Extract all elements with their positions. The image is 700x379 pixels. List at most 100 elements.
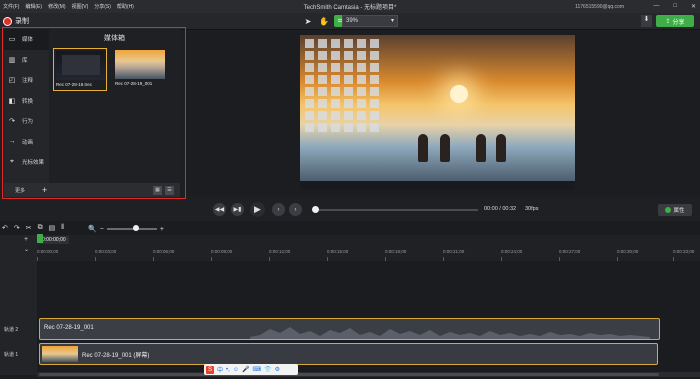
scrubber-knob[interactable]	[312, 206, 319, 213]
properties-label: 属性	[673, 208, 685, 214]
record-button[interactable]: 录制	[3, 16, 29, 26]
cut-icon[interactable]: ✂	[26, 224, 32, 232]
highlight-outline	[2, 27, 186, 199]
time-tick: 0:00:03;00	[95, 249, 117, 261]
figure	[476, 134, 486, 162]
tools-icon[interactable]: ⚙	[275, 366, 280, 373]
pan-hand-icon[interactable]: ✋	[318, 15, 330, 27]
menu-modify[interactable]: 修改(M)	[48, 3, 66, 10]
timeline-clip[interactable]: Rec 07-28-19_001 (屏幕)	[39, 343, 658, 365]
zoom-out-icon[interactable]: −	[100, 226, 104, 233]
figure	[418, 134, 428, 162]
canvas-tools: ➤ ✋ ⌗	[302, 15, 346, 27]
split-icon[interactable]: ⫴	[61, 224, 64, 232]
clip-title: Rec 07-28-19_001	[44, 325, 94, 331]
time-tick: 0:00:33;00	[673, 249, 695, 261]
menu-edit[interactable]: 编辑(E)	[25, 3, 42, 10]
sun	[450, 85, 468, 103]
step-back-icon[interactable]: ◀◀	[213, 203, 226, 216]
track-row: 轨道 2 Rec 07-28-19_001	[0, 317, 700, 341]
menu-bar: 文件(F) 编辑(E) 修改(M) 视图(V) 分享(S) 帮助(H)	[0, 3, 134, 10]
desktop-taskbar	[300, 181, 575, 190]
keyboard-icon[interactable]: ⌨	[252, 366, 261, 373]
playhead-time: 0:00:00;00	[39, 236, 69, 244]
close-icon[interactable]: ✕	[691, 3, 696, 10]
menu-file[interactable]: 文件(F)	[3, 3, 19, 10]
track-label: 轨道 2	[4, 327, 19, 333]
canvas-preview[interactable]	[300, 35, 575, 190]
properties-button[interactable]: 属性	[658, 204, 692, 216]
zoom-slider-knob[interactable]	[132, 225, 139, 231]
collapse-tracks-icon[interactable]: ⌄	[24, 246, 29, 253]
copy-icon[interactable]: ⧉	[38, 224, 43, 232]
desktop-icons	[305, 39, 385, 132]
time-tick: 0:00:30;00	[617, 249, 639, 261]
track-label: 轨道 1	[4, 352, 19, 358]
add-track-icon[interactable]: +	[24, 236, 28, 243]
minimize-icon[interactable]: —	[653, 3, 659, 10]
record-icon	[3, 16, 12, 26]
menu-view[interactable]: 视图(V)	[72, 3, 89, 10]
chevron-down-icon: ▾	[390, 18, 394, 24]
zoom-in-icon[interactable]: +	[160, 226, 164, 233]
menu-help[interactable]: 帮助(H)	[117, 3, 134, 10]
audio-waveform	[250, 327, 650, 339]
scrollbar-thumb[interactable]	[39, 373, 659, 376]
playhead-marker[interactable]	[37, 234, 43, 243]
ime-logo[interactable]: S	[206, 365, 214, 374]
timeline-clip[interactable]: Rec 07-28-19_001	[39, 318, 660, 340]
ime-mode[interactable]: 中	[217, 365, 223, 374]
time-tick: 0:00:06;00	[153, 249, 175, 261]
share-button[interactable]: ⇪ 分享	[656, 15, 694, 27]
previous-icon[interactable]: ‹	[272, 203, 285, 216]
play-icon[interactable]: ▶	[250, 202, 265, 217]
timeline-tools: ↶ ↷ ✂ ⧉ ▤ ⫴	[2, 224, 64, 232]
step-forward-icon[interactable]: ▶▮	[231, 203, 244, 216]
playback-scrubber[interactable]	[312, 206, 478, 213]
timeline: ↶ ↷ ✂ ⧉ ▤ ⫴ 🔍 − + + ⌄ 0:00:00;00 0:00:00…	[0, 221, 700, 379]
time-tick: 0:00:09;00	[211, 249, 233, 261]
time-tick: 0:00:12;00	[269, 249, 291, 261]
timeline-ruler[interactable]: 0:00:00;00 0:00:00;00 0:00:03;00 0:00:06…	[37, 235, 700, 261]
emoji-icon[interactable]: ☺	[233, 367, 239, 373]
punctuation-icon[interactable]: •,	[226, 367, 230, 373]
account-email[interactable]: 1176515590@qq.com	[575, 4, 624, 10]
time-tick: 0:00:00;00	[37, 249, 59, 261]
timeline-scrollbar[interactable]	[37, 372, 700, 377]
next-icon[interactable]: ›	[289, 203, 302, 216]
time-tick: 0:00:18;00	[385, 249, 407, 261]
figure	[496, 134, 506, 162]
clip-title: Rec 07-28-19_001 (屏幕)	[82, 353, 150, 359]
record-label: 录制	[15, 18, 29, 25]
skin-icon[interactable]: 👕	[264, 366, 271, 373]
redo-icon[interactable]: ↷	[14, 224, 20, 232]
figure	[440, 134, 450, 162]
pointer-icon[interactable]: ➤	[302, 15, 314, 27]
window-controls: — □ ✕	[653, 3, 696, 10]
zoom-value: 39%	[346, 18, 359, 24]
time-tick: 0:00:24;00	[501, 249, 523, 261]
time-tick: 0:00:15;00	[327, 249, 349, 261]
track-row: 轨道 1 Rec 07-28-19_001 (屏幕)	[0, 342, 700, 366]
share-icon: ⇪	[665, 18, 671, 25]
time-tick: 0:00:21;00	[443, 249, 465, 261]
time-tick: 0:00:27;00	[559, 249, 581, 261]
fps-display: 30fps	[525, 206, 539, 212]
clip-thumbnail	[42, 346, 78, 362]
timeline-zoom-slider[interactable]	[106, 225, 157, 231]
microphone-icon[interactable]: 🎤	[242, 366, 249, 373]
playback-controls: ◀◀ ▶▮ ▶ ‹ › 00:00 / 00:32 30fps 属性	[0, 199, 700, 221]
share-label: 分享	[672, 19, 685, 26]
maximize-icon[interactable]: □	[673, 3, 677, 10]
undo-icon[interactable]: ↶	[2, 224, 8, 232]
download-icon[interactable]: ⬇	[641, 15, 652, 27]
menu-share[interactable]: 分享(S)	[94, 3, 111, 10]
time-display: 00:00 / 00:32	[484, 206, 517, 212]
paste-icon[interactable]: ▤	[49, 224, 56, 232]
title-bar: 文件(F) 编辑(E) 修改(M) 视图(V) 分享(S) 帮助(H) Tech…	[0, 0, 700, 13]
ime-toolbar: S 中 •, ☺ 🎤 ⌨ 👕 ⚙	[204, 364, 298, 375]
timeline-zoom: 🔍 − +	[88, 225, 164, 233]
properties-icon	[665, 207, 672, 213]
zoom-select[interactable]: 39% ▾	[342, 15, 398, 27]
search-icon[interactable]: 🔍	[88, 225, 97, 233]
